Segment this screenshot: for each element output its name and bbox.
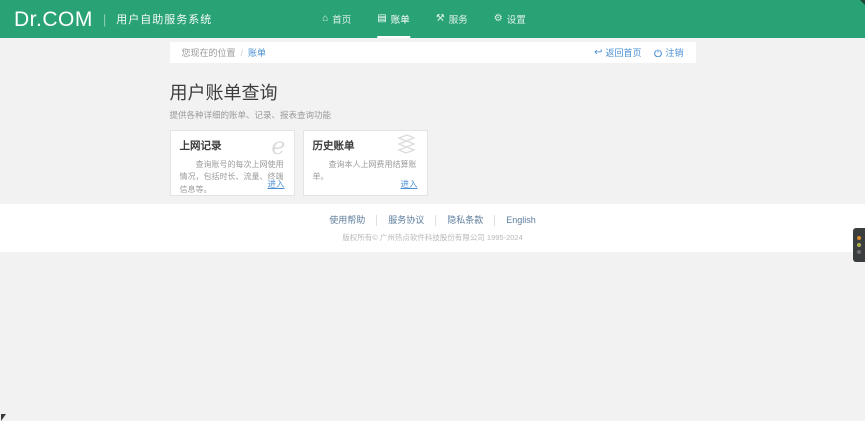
bar-actions: ↩ 返回首页 注销	[594, 46, 683, 59]
main-nav: ⌂ 首页 ▤ 账单 ⚒ 服务 ⚙ 设置	[322, 0, 526, 38]
brand-divider: |	[103, 12, 106, 27]
service-icon: ⚒	[436, 14, 445, 24]
back-home-link[interactable]: ↩ 返回首页	[594, 46, 641, 59]
home-icon: ⌂	[322, 14, 328, 24]
logo[interactable]: Dr.COM	[14, 9, 93, 30]
side-toolbar-widget[interactable]	[853, 228, 865, 262]
nav-item-bills[interactable]: ▤ 账单	[377, 0, 409, 38]
breadcrumb-bar: 您现在的位置 / 账单 ↩ 返回首页 注销	[170, 42, 696, 63]
app-header: Dr.COM | 用户自助服务系统 ⌂ 首页 ▤ 账单 ⚒ 服务 ⚙ 设置	[0, 0, 865, 38]
cards: 上网记录 e 查询账号的每次上网使用情况，包括时长、流量、终端信息等。 进入 历…	[170, 130, 696, 196]
breadcrumb-current-link[interactable]: 账单	[248, 46, 266, 59]
logout-label: 注销	[665, 46, 683, 59]
nav-item-home[interactable]: ⌂ 首页	[322, 0, 351, 38]
widget-dot-orange	[857, 236, 861, 240]
card-title: 上网记录	[180, 138, 285, 153]
settings-icon: ⚙	[494, 14, 503, 24]
page-column: 您现在的位置 / 账单 ↩ 返回首页 注销 用户账单查询 提供各种详细的账单、记…	[170, 42, 696, 196]
footer-link-english[interactable]: English	[494, 215, 547, 226]
logout-link[interactable]: 注销	[654, 46, 683, 59]
breadcrumb: 您现在的位置 / 账单	[182, 46, 267, 59]
back-home-label: 返回首页	[605, 46, 641, 59]
card-internet-records[interactable]: 上网记录 e 查询账号的每次上网使用情况，包括时长、流量、终端信息等。 进入	[170, 130, 295, 196]
system-name: 用户自助服务系统	[116, 11, 212, 27]
copyright: 版权所有© 广州热点软件科技股份有限公司 1995-2024	[0, 232, 865, 243]
breadcrumb-separator: /	[241, 48, 244, 58]
back-arrow-icon: ↩	[594, 48, 602, 58]
corner-artifact	[860, 0, 865, 5]
widget-dot-yellow	[857, 243, 861, 247]
enter-history-bills-link[interactable]: 进入	[400, 178, 417, 190]
bills-stack-icon	[393, 134, 419, 161]
footer-link-privacy[interactable]: 隐私条款	[435, 215, 494, 226]
nav-item-settings[interactable]: ⚙ 设置	[494, 0, 526, 38]
nav-label-services: 服务	[449, 12, 468, 26]
nav-item-services[interactable]: ⚒ 服务	[436, 0, 468, 38]
footer-link-help[interactable]: 使用帮助	[318, 215, 376, 226]
nav-label-bills: 账单	[391, 12, 410, 26]
breadcrumb-prefix: 您现在的位置	[182, 46, 236, 59]
widget-dot-gray	[857, 250, 861, 254]
site-footer: 使用帮助 服务协议 隐私条款 English 版权所有© 广州热点软件科技股份有…	[0, 204, 865, 252]
nav-label-home: 首页	[332, 12, 351, 26]
mouse-cursor	[1, 414, 6, 421]
bill-icon: ▤	[377, 14, 386, 24]
footer-link-terms[interactable]: 服务协议	[376, 215, 435, 226]
page-subtitle: 提供各种详细的账单、记录、报表查询功能	[170, 109, 696, 121]
nav-label-settings: 设置	[507, 12, 526, 26]
page-title: 用户账单查询	[170, 79, 696, 105]
enter-internet-records-link[interactable]: 进入	[267, 178, 284, 190]
footer-links: 使用帮助 服务协议 隐私条款 English	[0, 215, 865, 226]
ie-browser-icon: e	[271, 134, 285, 158]
card-history-bills[interactable]: 历史账单 查询本人上网费用结算账单。 进入	[303, 130, 428, 196]
power-icon	[654, 49, 662, 57]
brand: Dr.COM | 用户自助服务系统	[14, 9, 212, 30]
